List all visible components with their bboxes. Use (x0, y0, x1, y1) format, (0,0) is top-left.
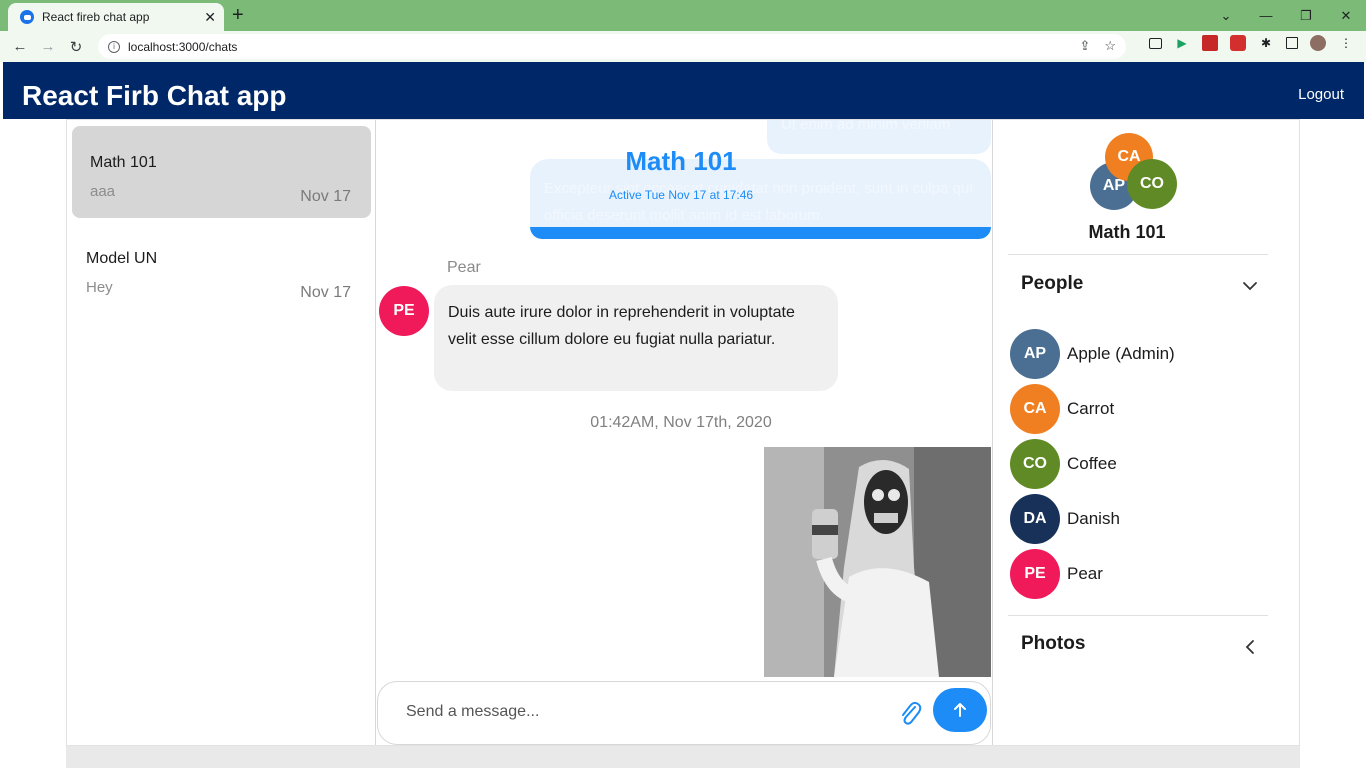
message-timestamp: 01:42AM, Nov 17th, 2020 (590, 414, 772, 431)
extensions-area: ▶ ✱ ⋮ (1149, 35, 1354, 51)
member-name: Coffee (1067, 454, 1117, 473)
address-bar[interactable]: i localhost:3000/chats ⇪ ☆ (98, 34, 1126, 59)
member-carrot[interactable]: CA Carrot (1010, 384, 1270, 434)
chat-engine: Math 101 aaa Nov 17 Model UN Hey Nov 17 … (66, 119, 1300, 746)
member-name: Danish (1067, 509, 1120, 528)
chat-settings-panel: AP CA CO Math 101 People AP Apple (Admin… (994, 120, 1299, 745)
tab-close-icon[interactable]: ✕ (204, 9, 216, 26)
bookmark-star-icon[interactable]: ☆ (1104, 38, 1116, 54)
browser-toolbar: ← → ↻ i localhost:3000/chats ⇪ ☆ ▶ ✱ ⋮ (0, 31, 1366, 62)
member-name: Pear (1067, 564, 1103, 583)
chat-active-status: Active Tue Nov 17 at 17:46 (608, 188, 754, 202)
reload-icon[interactable]: ↻ (62, 38, 90, 56)
play-extension-icon[interactable]: ▶ (1174, 35, 1190, 51)
logout-button[interactable]: Logout (1298, 86, 1344, 103)
restore-icon[interactable]: ❐ (1286, 0, 1326, 31)
tab-search-icon[interactable]: ⌄ (1206, 0, 1246, 31)
photo-figure-image (764, 447, 991, 677)
member-danish[interactable]: DA Danish (1010, 494, 1270, 544)
chat-favicon-icon (20, 10, 34, 24)
message-photo[interactable] (764, 447, 991, 677)
avatar: PE (1010, 549, 1060, 599)
profile-avatar-icon[interactable] (1310, 35, 1326, 51)
conversation-list: Math 101 aaa Nov 17 Model UN Hey Nov 17 (67, 120, 376, 745)
conversation-item-model-un[interactable]: Model UN Hey Nov 17 (72, 222, 371, 314)
paperclip-icon[interactable] (898, 700, 922, 726)
member-name: Apple (Admin) (1067, 344, 1175, 363)
bottom-bar (66, 746, 1300, 768)
chat-feed: Ut enim ad minim veniam Excepteur sint o… (377, 120, 993, 745)
avatar: AP (1010, 329, 1060, 379)
conversation-name: Model UN (86, 250, 158, 267)
conversation-item-math-101[interactable]: Math 101 aaa Nov 17 (72, 126, 371, 218)
back-arrow-icon[interactable]: ← (6, 38, 34, 55)
member-pear[interactable]: PE Pear (1010, 549, 1270, 599)
send-button[interactable] (933, 688, 987, 732)
browser-tab[interactable]: React fireb chat app ✕ (8, 3, 224, 31)
conversation-preview: aaa (90, 183, 116, 200)
conversation-date: Nov 17 (300, 284, 351, 301)
group-title: Math 101 (1088, 222, 1166, 242)
avatar: CA (1010, 384, 1060, 434)
avatar: CO (1010, 439, 1060, 489)
chevron-left-icon[interactable] (1240, 637, 1260, 657)
divider (1008, 615, 1268, 616)
avatar: DA (1010, 494, 1060, 544)
photos-section-title[interactable]: Photos (1021, 633, 1085, 655)
minimize-icon[interactable]: — (1246, 0, 1286, 31)
window-controls: ⌄ — ❐ ✕ (1206, 0, 1366, 31)
chat-title: Math 101 (625, 146, 737, 176)
extension-off-icon[interactable] (1202, 35, 1218, 51)
avatar[interactable]: PE (379, 286, 429, 336)
member-apple[interactable]: AP Apple (Admin) (1010, 329, 1270, 379)
url-text: localhost:3000/chats (128, 39, 238, 54)
new-tab-button[interactable]: + (232, 4, 244, 26)
incoming-message-bubble: Duis aute irure dolor in reprehenderit i… (434, 285, 838, 391)
share-icon[interactable]: ⇪ (1079, 38, 1090, 54)
conversation-preview: Hey (86, 279, 113, 296)
picture-in-picture-icon[interactable] (1149, 37, 1162, 49)
browser-tab-bar: React fireb chat app ✕ + ⌄ — ❐ ✕ (0, 0, 1366, 31)
group-avatar: CO (1127, 159, 1177, 209)
arrow-up-icon (954, 703, 966, 717)
people-section-title[interactable]: People (1021, 273, 1083, 295)
member-name: Carrot (1067, 399, 1115, 418)
message-input[interactable] (406, 700, 886, 724)
extension-red-icon[interactable] (1230, 35, 1246, 51)
forward-arrow-icon[interactable]: → (34, 38, 62, 55)
app-title: React Firb Chat app (22, 80, 287, 111)
browser-menu-icon[interactable]: ⋮ (1338, 35, 1354, 51)
site-info-icon[interactable]: i (108, 40, 120, 53)
side-panel-icon[interactable] (1286, 37, 1298, 49)
extensions-puzzle-icon[interactable]: ✱ (1258, 35, 1274, 51)
chevron-down-icon[interactable] (1240, 276, 1260, 296)
conversation-name: Math 101 (90, 154, 157, 171)
message-composer (377, 681, 991, 745)
conversation-date: Nov 17 (300, 188, 351, 205)
app-header: React Firb Chat app Logout (3, 62, 1364, 119)
close-window-icon[interactable]: ✕ (1326, 0, 1366, 31)
divider (1008, 254, 1268, 255)
member-coffee[interactable]: CO Coffee (1010, 439, 1270, 489)
tab-title: React fireb chat app (42, 10, 150, 24)
message-sender-name: Pear (447, 259, 481, 276)
